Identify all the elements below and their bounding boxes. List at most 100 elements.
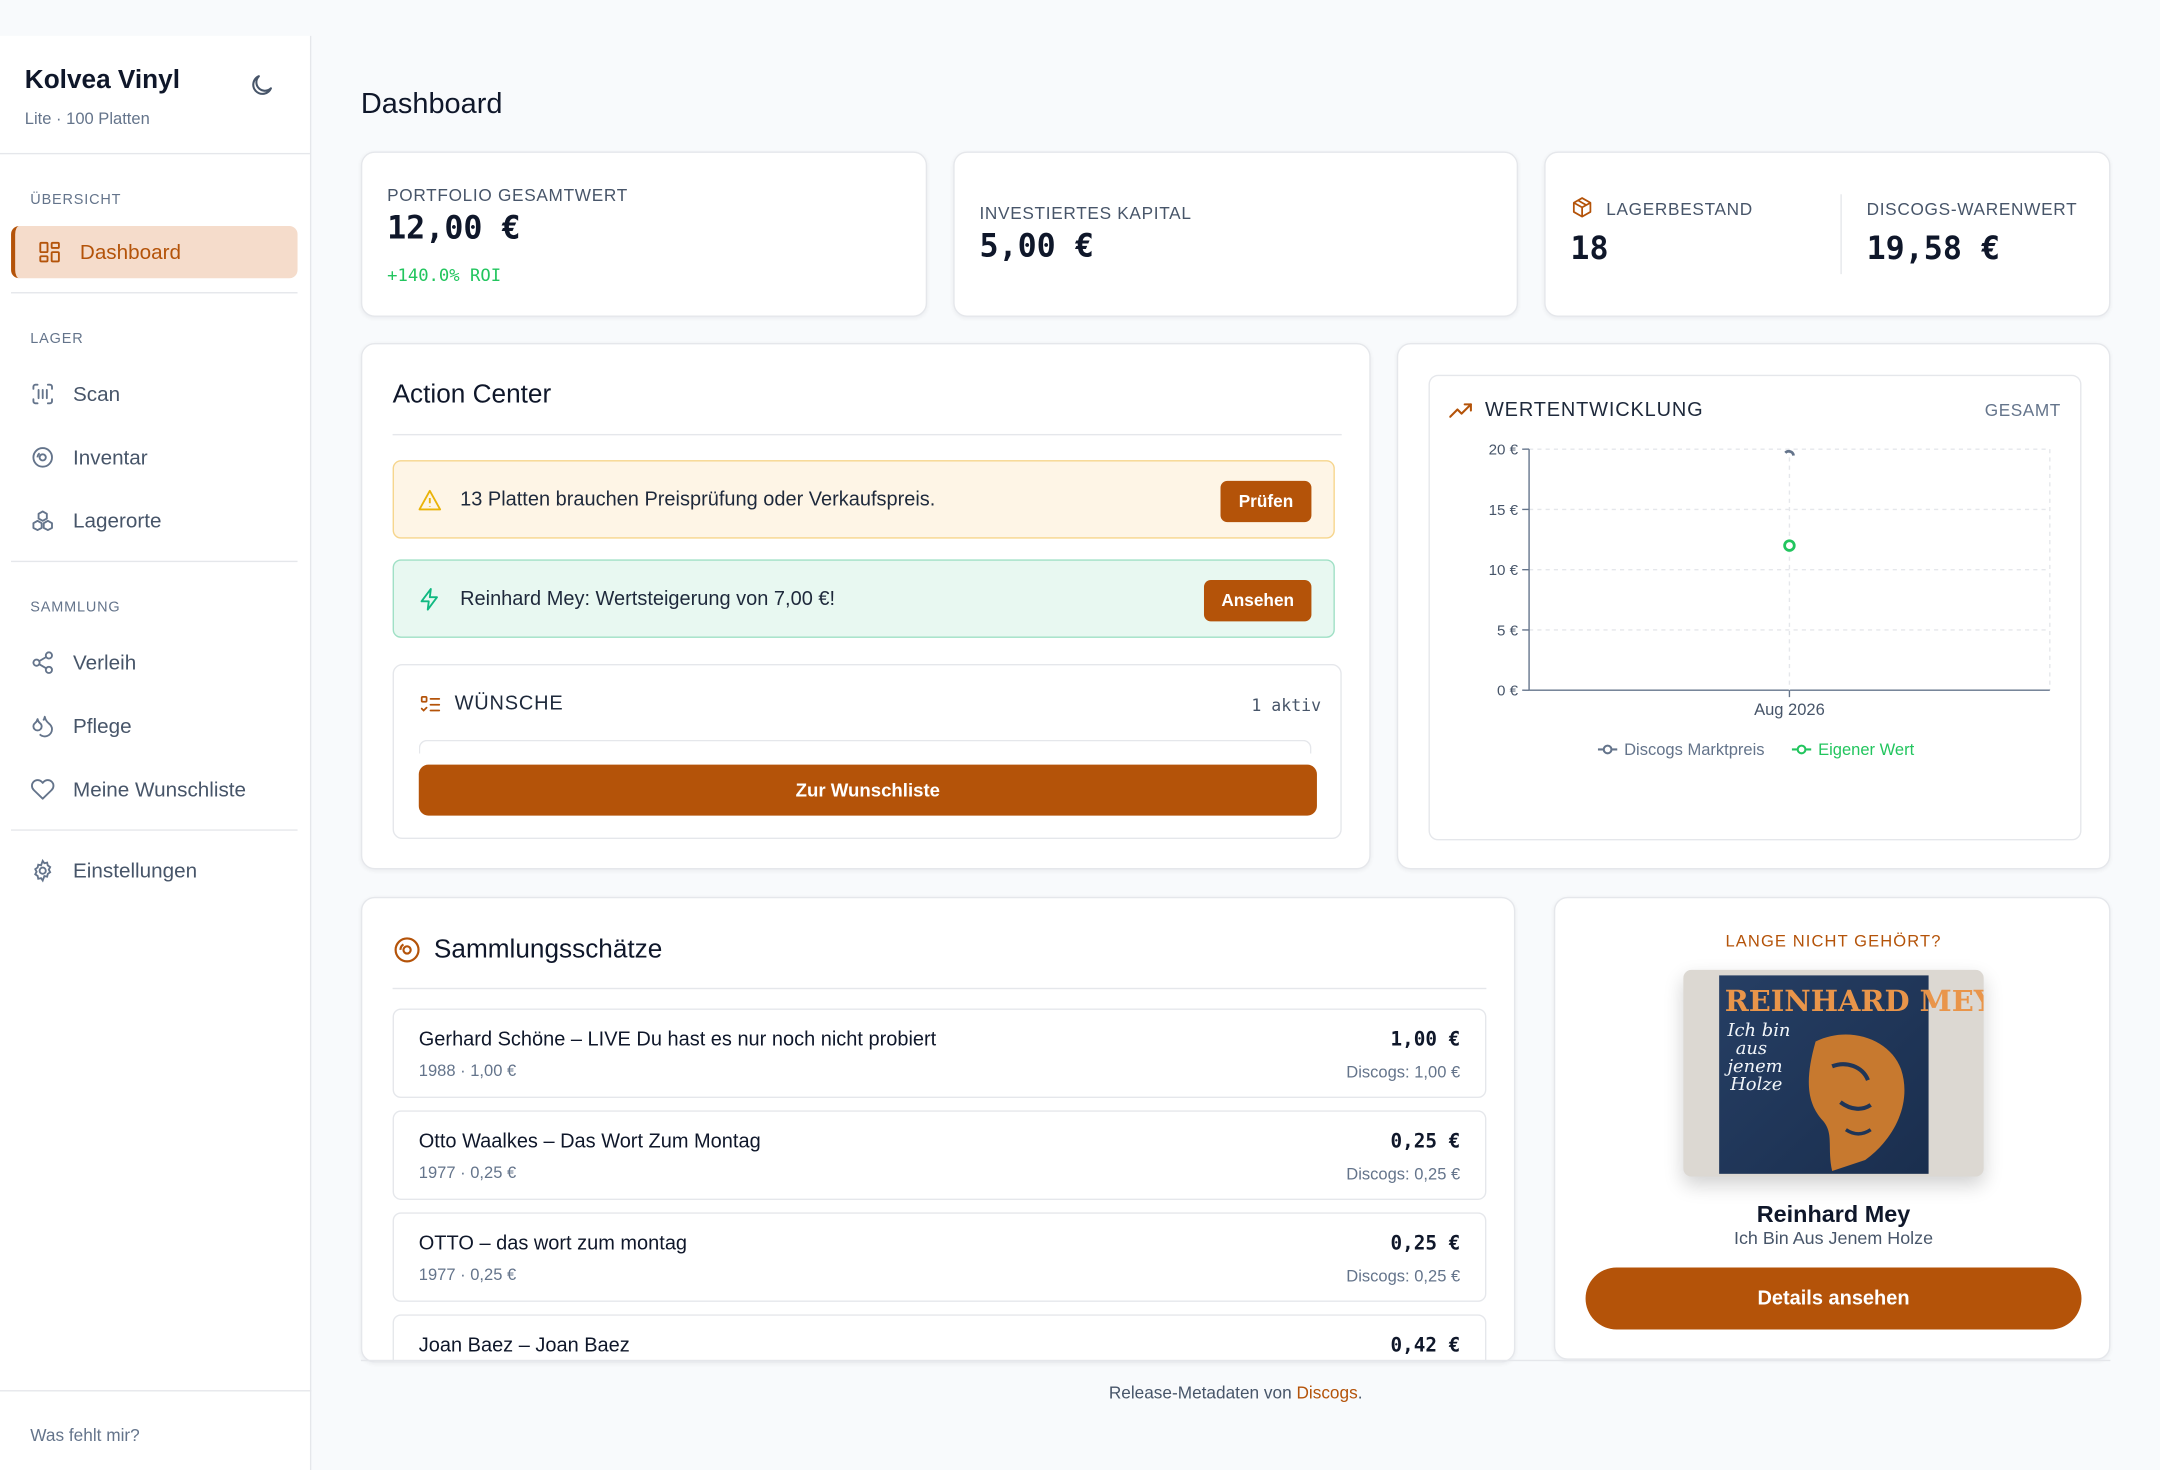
sidebar-item-label: Einstellungen <box>73 858 198 883</box>
nav-section-collection: Sammlung <box>30 599 121 616</box>
review-button[interactable]: Prüfen <box>1220 480 1312 523</box>
brand-header: Kolvea Vinyl Lite · 100 Platten <box>0 36 310 155</box>
sidebar-item-label: Dashboard <box>79 240 181 264</box>
treasure-price: 0,42 € <box>1390 1334 1461 1358</box>
attribution-suffix: . <box>1357 1383 1363 1403</box>
y-tick-label: 5 € <box>1497 622 1519 639</box>
treasure-price: 0,25 € <box>1390 1233 1461 1256</box>
wish-list-edge <box>418 739 1312 754</box>
legend-marker <box>1796 744 1807 755</box>
missing-feature-link[interactable]: Was fehlt mir? <box>30 1426 139 1445</box>
kpi-card-stock: Lagerbestand 18 Discogs-Warenwert 19,58 … <box>1544 151 2111 317</box>
kpi-value: 5,00 € <box>979 228 1094 265</box>
album-cover[interactable]: REINHARD MEY Ich bin aus jenem Holze <box>1683 969 1984 1177</box>
vinyl-disc-icon <box>394 937 420 963</box>
droplets-icon <box>30 714 55 739</box>
sidebar-item-wishlist[interactable]: Meine Wunschliste <box>11 763 298 815</box>
treasure-row[interactable]: Gerhard Schöne – LIVE Du hast es nur noc… <box>392 1008 1487 1099</box>
series-point-own <box>1783 539 1796 552</box>
nav-divider <box>11 829 298 831</box>
warning-icon <box>418 489 442 510</box>
sidebar-item-scan[interactable]: Scan <box>11 368 298 420</box>
value-chart: 0 € 5 € 10 € 15 € 20 € Aug 2026 Discogs Marktp… <box>1489 442 2051 759</box>
sidebar-item-pflege[interactable]: Pflege <box>11 700 298 752</box>
x-tick-label: Aug 2026 <box>1754 700 1825 719</box>
kpi-card-invested: Investiertes Kapital 5,00 € <box>953 151 1519 317</box>
treasures-card: Sammlungsschätze Gerhard Schöne – LIVE D… <box>360 896 1516 1363</box>
series-point-discogs <box>1784 449 1795 456</box>
heart-icon <box>30 777 55 802</box>
sidebar-item-inventar[interactable]: Inventar <box>11 431 298 483</box>
treasure-price: 0,25 € <box>1390 1131 1461 1154</box>
kpi-value: 18 <box>1570 231 1609 268</box>
wishlist-button[interactable]: Zur Wunschliste <box>418 764 1317 816</box>
divider <box>392 987 1487 990</box>
vinyl-disc-icon <box>30 445 55 470</box>
view-button[interactable]: Ansehen <box>1203 580 1312 622</box>
action-center-title: Action Center <box>392 380 552 410</box>
sidebar-item-label: Meine Wunschliste <box>73 777 247 802</box>
sidebar-item-settings[interactable]: Einstellungen <box>11 845 298 897</box>
kpi-value: 19,58 € <box>1866 231 2001 268</box>
wishes-panel: Wünsche 1 aktiv Zur Wunschliste <box>392 664 1342 840</box>
treasures-title: Sammlungsschätze <box>433 935 663 965</box>
recommendation-kicker: Lange nicht gehört? <box>1725 931 1942 951</box>
alert-text: Reinhard Mey: Wertsteigerung von 7,00 €! <box>460 587 836 610</box>
value-chart-card: Wertentwicklung Gesamt 0 €5 €10 €15 €20 … <box>1396 343 2111 870</box>
treasure-row[interactable]: Joan Baez – Joan Baez 0,42 € <box>392 1314 1487 1362</box>
kpi-card-portfolio: Portfolio Gesamtwert 12,00 € +140.0% ROI <box>360 151 928 317</box>
sidebar-item-verleih[interactable]: Verleih <box>11 636 298 688</box>
treasure-discogs-price: Discogs: 1,00 € <box>1346 1062 1461 1082</box>
roi-badge: +140.0% ROI <box>387 264 502 286</box>
app-window: Kolvea Vinyl Lite · 100 Platten Übersich… <box>0 0 2160 1470</box>
grid-icon <box>37 240 62 265</box>
barcode-scan-icon <box>30 382 55 407</box>
sidebar-item-lagerorte[interactable]: Lagerorte <box>11 495 298 547</box>
plan-label: Lite · 100 Platten <box>24 108 150 129</box>
treasure-name: OTTO – das wort zum montag <box>418 1233 688 1256</box>
attribution-prefix: Release-Metadaten von <box>1108 1383 1297 1403</box>
kpi-divider <box>1840 194 1842 275</box>
kpi-label: Portfolio Gesamtwert <box>387 185 628 206</box>
moon-icon[interactable] <box>248 72 276 100</box>
wishes-title: Wünsche <box>454 692 564 716</box>
recommendation-artist: Reinhard Mey <box>1756 1201 1911 1228</box>
discogs-link[interactable]: Discogs <box>1296 1383 1357 1402</box>
kpi-label: Lagerbestand <box>1606 199 1753 220</box>
sidebar-item-label: Scan <box>73 382 121 406</box>
details-button[interactable]: Details ansehen <box>1585 1267 2082 1330</box>
treasure-row[interactable]: OTTO – das wort zum montag 1977 · 0,25 € 0… <box>392 1212 1487 1302</box>
checklist-icon <box>420 696 441 712</box>
treasure-name: Gerhard Schöne – LIVE Du hast es nur noc… <box>418 1029 937 1052</box>
attribution-footer: Release-Metadaten von Discogs. <box>361 1383 2110 1402</box>
recommendation-album: Ich Bin Aus Jenem Holze <box>1733 1227 1934 1245</box>
nav-divider <box>11 560 298 563</box>
kpi-label: Investiertes Kapital <box>979 203 1192 224</box>
treasure-row[interactable]: Otto Waalkes – Das Wort Zum Montag 1977 ·… <box>392 1110 1487 1200</box>
sidebar-item-dashboard[interactable]: Dashboard <box>11 225 298 279</box>
legend-marker <box>1602 744 1613 755</box>
kpi-label: Discogs-Warenwert <box>1866 199 2078 220</box>
treasure-meta: 1977 · 0,25 € <box>418 1264 517 1285</box>
sidebar-footer: Was fehlt mir? <box>0 1390 312 1470</box>
treasure-meta: 1988 · 1,00 € <box>418 1060 517 1081</box>
package-icon <box>1572 197 1592 218</box>
nav-section-stock: Lager <box>30 330 84 348</box>
treasure-discogs-price: Discogs: 0,25 € <box>1346 1266 1461 1286</box>
lightning-icon <box>420 587 438 610</box>
y-tick-label: 20 € <box>1489 442 1519 459</box>
boxes-icon <box>30 508 55 533</box>
sidebar: Kolvea Vinyl Lite · 100 Platten Übersich… <box>0 35 312 1470</box>
y-tick-label: 10 € <box>1489 562 1519 579</box>
sidebar-item-label: Inventar <box>73 445 148 470</box>
sidebar-item-label: Lagerorte <box>73 509 162 533</box>
sidebar-item-label: Verleih <box>73 650 137 675</box>
cover-title: REINHARD MEY <box>1725 984 1984 1018</box>
treasure-discogs-price: Discogs: 0,25 € <box>1346 1164 1461 1184</box>
treasure-meta: 1977 · 0,25 € <box>418 1162 517 1183</box>
nav-section-overview: Übersicht <box>30 191 122 209</box>
gear-icon <box>30 858 55 883</box>
y-tick-label: 15 € <box>1489 502 1519 519</box>
alert-success: Reinhard Mey: Wertsteigerung von 7,00 €!… <box>392 559 1335 638</box>
divider <box>392 433 1342 436</box>
